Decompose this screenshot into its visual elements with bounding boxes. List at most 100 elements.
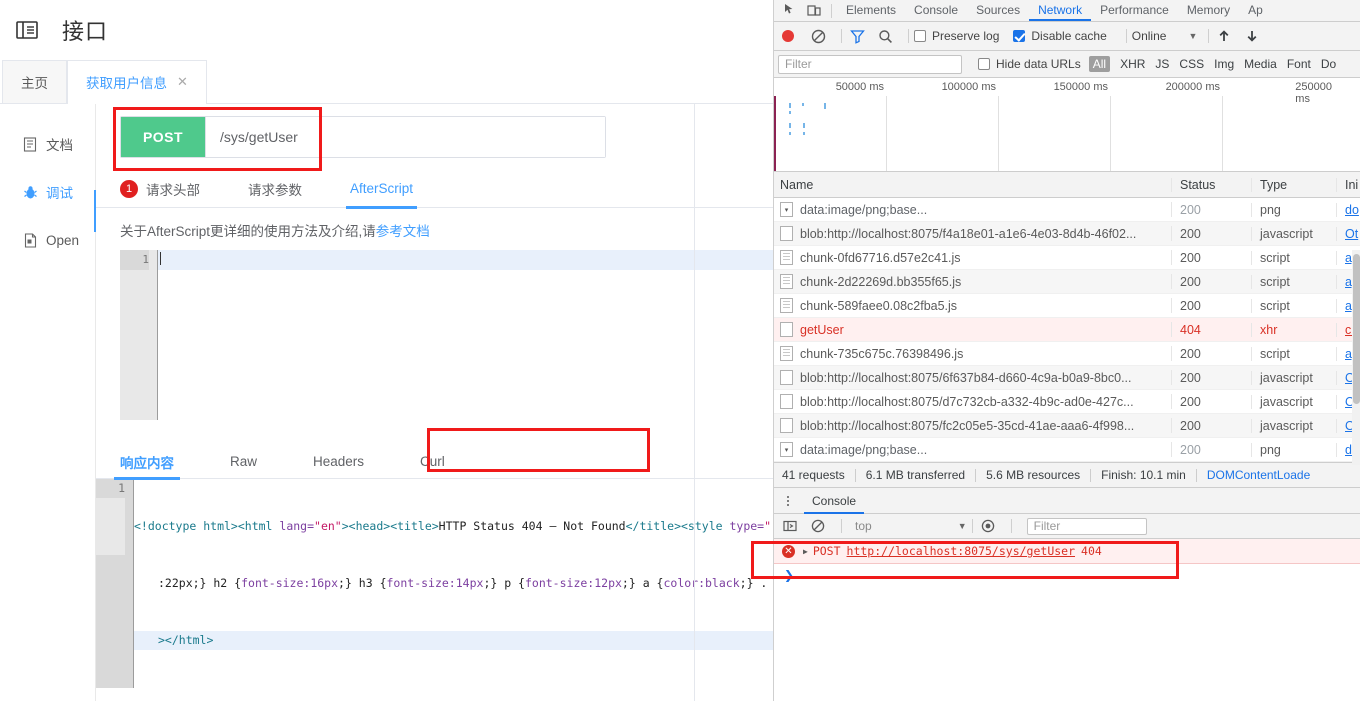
clear-icon[interactable] (808, 26, 828, 46)
sidebar-item-open[interactable]: Open (0, 216, 95, 264)
drawer-tab-console[interactable]: Console (804, 488, 864, 514)
tab-request-params[interactable]: 请求参数 (248, 170, 302, 208)
table-row[interactable]: blob:http://localhost:8075/f4a18e01-a1e6… (774, 222, 1360, 246)
cell-initiator[interactable]: Ot (1337, 227, 1360, 241)
console-context-selector[interactable]: top (855, 519, 872, 533)
left-nav: 文档 调试 Open (0, 104, 95, 701)
table-row[interactable]: blob:http://localhost:8075/d7c732cb-a332… (774, 390, 1360, 414)
disable-cache-label: Disable cache (1031, 29, 1107, 43)
devtools-tab-network[interactable]: Network (1029, 0, 1091, 21)
table-row[interactable]: chunk-2d22269d.bb355f65.js200scriptap (774, 270, 1360, 294)
afterscript-doc-link[interactable]: 参考文档 (376, 224, 430, 239)
sidebar-item-debug-label: 调试 (46, 186, 73, 201)
code-token: type= (729, 519, 765, 533)
panel-divider-right (694, 104, 695, 701)
close-icon[interactable]: ✕ (177, 74, 188, 90)
chevron-down-icon[interactable]: ▼ (958, 521, 967, 531)
tab-request-headers[interactable]: 1 请求头部 (120, 170, 200, 208)
cell-name[interactable]: ▾ data:image/png;base... (774, 202, 1172, 217)
devtools-tab-console[interactable]: Console (905, 0, 967, 21)
tab-home[interactable]: 主页 (2, 60, 67, 103)
console-sidebar-icon[interactable] (780, 516, 800, 536)
cell-name[interactable]: chunk-0fd67716.d57e2c41.js (774, 250, 1172, 265)
disable-cache-checkbox[interactable]: Disable cache (1013, 29, 1107, 43)
filter-type-js[interactable]: JS (1155, 57, 1169, 71)
editor-text-area[interactable] (157, 250, 773, 420)
expand-triangle-icon[interactable]: ▶ (803, 547, 808, 556)
devtools-tab-memory[interactable]: Memory (1178, 0, 1239, 21)
table-row[interactable]: blob:http://localhost:8075/fc2c05e5-35cd… (774, 414, 1360, 438)
cell-name[interactable]: chunk-735c675c.76398496.js (774, 346, 1172, 361)
cell-name[interactable]: ▾ data:image/png;base... (774, 442, 1172, 457)
response-code-viewer[interactable]: 1 <!doctype html><html lang="en"><head><… (96, 479, 773, 688)
table-row[interactable]: chunk-735c675c.76398496.js200scriptap (774, 342, 1360, 366)
tab-afterscript[interactable]: AfterScript (345, 170, 418, 209)
cell-name[interactable]: blob:http://localhost:8075/fc2c05e5-35cd… (774, 418, 1172, 433)
cell-initiator[interactable]: do (1337, 203, 1360, 217)
devtools-tab-elements[interactable]: Elements (837, 0, 905, 21)
code-token: font-size:12px (524, 576, 622, 590)
devtools-tab-application[interactable]: Ap (1239, 0, 1272, 21)
tab-response-raw[interactable]: Raw (230, 445, 257, 479)
inspect-element-icon[interactable] (778, 0, 802, 21)
filter-type-font[interactable]: Font (1287, 57, 1311, 71)
network-filter-input[interactable]: Filter (778, 54, 962, 74)
hide-data-urls-checkbox[interactable]: Hide data URLs (978, 57, 1081, 71)
cell-name[interactable]: blob:http://localhost:8075/6f637b84-d660… (774, 370, 1172, 385)
overview-start-marker (774, 96, 776, 171)
filter-type-css[interactable]: CSS (1179, 57, 1204, 71)
tab-response-curl[interactable]: Curl (420, 445, 445, 479)
http-method-selector[interactable]: POST (121, 117, 205, 157)
filter-type-img[interactable]: Img (1214, 57, 1234, 71)
column-header-initiator[interactable]: Ini (1337, 178, 1360, 192)
filter-funnel-icon[interactable] (847, 26, 867, 46)
cell-name[interactable]: chunk-2d22269d.bb355f65.js (774, 274, 1172, 289)
column-header-status[interactable]: Status (1172, 177, 1252, 192)
cell-name[interactable]: chunk-589faee0.08c2fba5.js (774, 298, 1172, 313)
network-scrollbar[interactable] (1352, 250, 1360, 465)
network-filterbar: Filter Hide data URLs All XHR JS CSS Img… (774, 51, 1360, 78)
console-input-prompt[interactable]: ❯ (774, 564, 1360, 586)
export-har-icon[interactable] (1242, 26, 1262, 46)
collapse-menu-icon[interactable] (14, 17, 40, 43)
cell-name[interactable]: blob:http://localhost:8075/f4a18e01-a1e6… (774, 226, 1172, 241)
error-url-link[interactable]: http://localhost:8075/sys/getUser (847, 544, 1075, 558)
filter-type-media[interactable]: Media (1244, 57, 1277, 71)
request-url-input[interactable]: /sys/getUser (205, 117, 605, 157)
more-options-icon[interactable] (780, 495, 796, 506)
filter-type-all[interactable]: All (1088, 56, 1111, 72)
console-filter-input[interactable]: Filter (1026, 517, 1147, 535)
filter-type-xhr[interactable]: XHR (1120, 57, 1145, 71)
table-row[interactable]: blob:http://localhost:8075/6f637b84-d660… (774, 366, 1360, 390)
clear-console-icon[interactable] (808, 516, 828, 536)
column-header-type[interactable]: Type (1252, 177, 1337, 192)
console-settings-eye-icon[interactable] (978, 516, 998, 536)
overview-tick-1: 50000 ms (835, 81, 884, 93)
cell-name[interactable]: blob:http://localhost:8075/d7c732cb-a332… (774, 394, 1172, 409)
import-har-icon[interactable] (1214, 26, 1234, 46)
column-header-name[interactable]: Name (774, 177, 1172, 192)
record-icon[interactable] (782, 30, 794, 42)
sidebar-item-debug[interactable]: 调试 (0, 168, 95, 216)
console-error-message[interactable]: ✕ ▶ POST http://localhost:8075/sys/getUs… (774, 539, 1360, 564)
tab-response-body[interactable]: 响应内容 (114, 445, 180, 480)
table-row[interactable]: chunk-0fd67716.d57e2c41.js200scriptap (774, 246, 1360, 270)
devtools-tab-performance[interactable]: Performance (1091, 0, 1178, 21)
table-row[interactable]: ▾data:image/png;base...200pngdo (774, 438, 1360, 462)
throttling-select[interactable]: Online ▼ (1132, 29, 1198, 43)
sidebar-item-document[interactable]: 文档 (0, 120, 95, 168)
tab-response-headers[interactable]: Headers (313, 445, 364, 479)
blank-doc-icon (780, 394, 793, 409)
network-overview-timeline[interactable]: 50000 ms 100000 ms 150000 ms 200000 ms 2… (774, 78, 1360, 172)
preserve-log-checkbox[interactable]: Preserve log (914, 29, 999, 43)
tab-get-user-info[interactable]: 获取用户信息 ✕ (67, 60, 207, 104)
table-row[interactable]: getUser404xhrch (774, 318, 1360, 342)
table-row[interactable]: ▾data:image/png;base...200pngdo (774, 198, 1360, 222)
filter-type-doc[interactable]: Do (1321, 57, 1336, 71)
device-toolbar-icon[interactable] (802, 0, 826, 21)
cell-name[interactable]: getUser (774, 322, 1172, 337)
table-row[interactable]: chunk-589faee0.08c2fba5.js200scriptap (774, 294, 1360, 318)
search-icon[interactable] (875, 26, 895, 46)
afterscript-editor[interactable]: 1 (120, 250, 773, 420)
devtools-tab-sources[interactable]: Sources (967, 0, 1029, 21)
